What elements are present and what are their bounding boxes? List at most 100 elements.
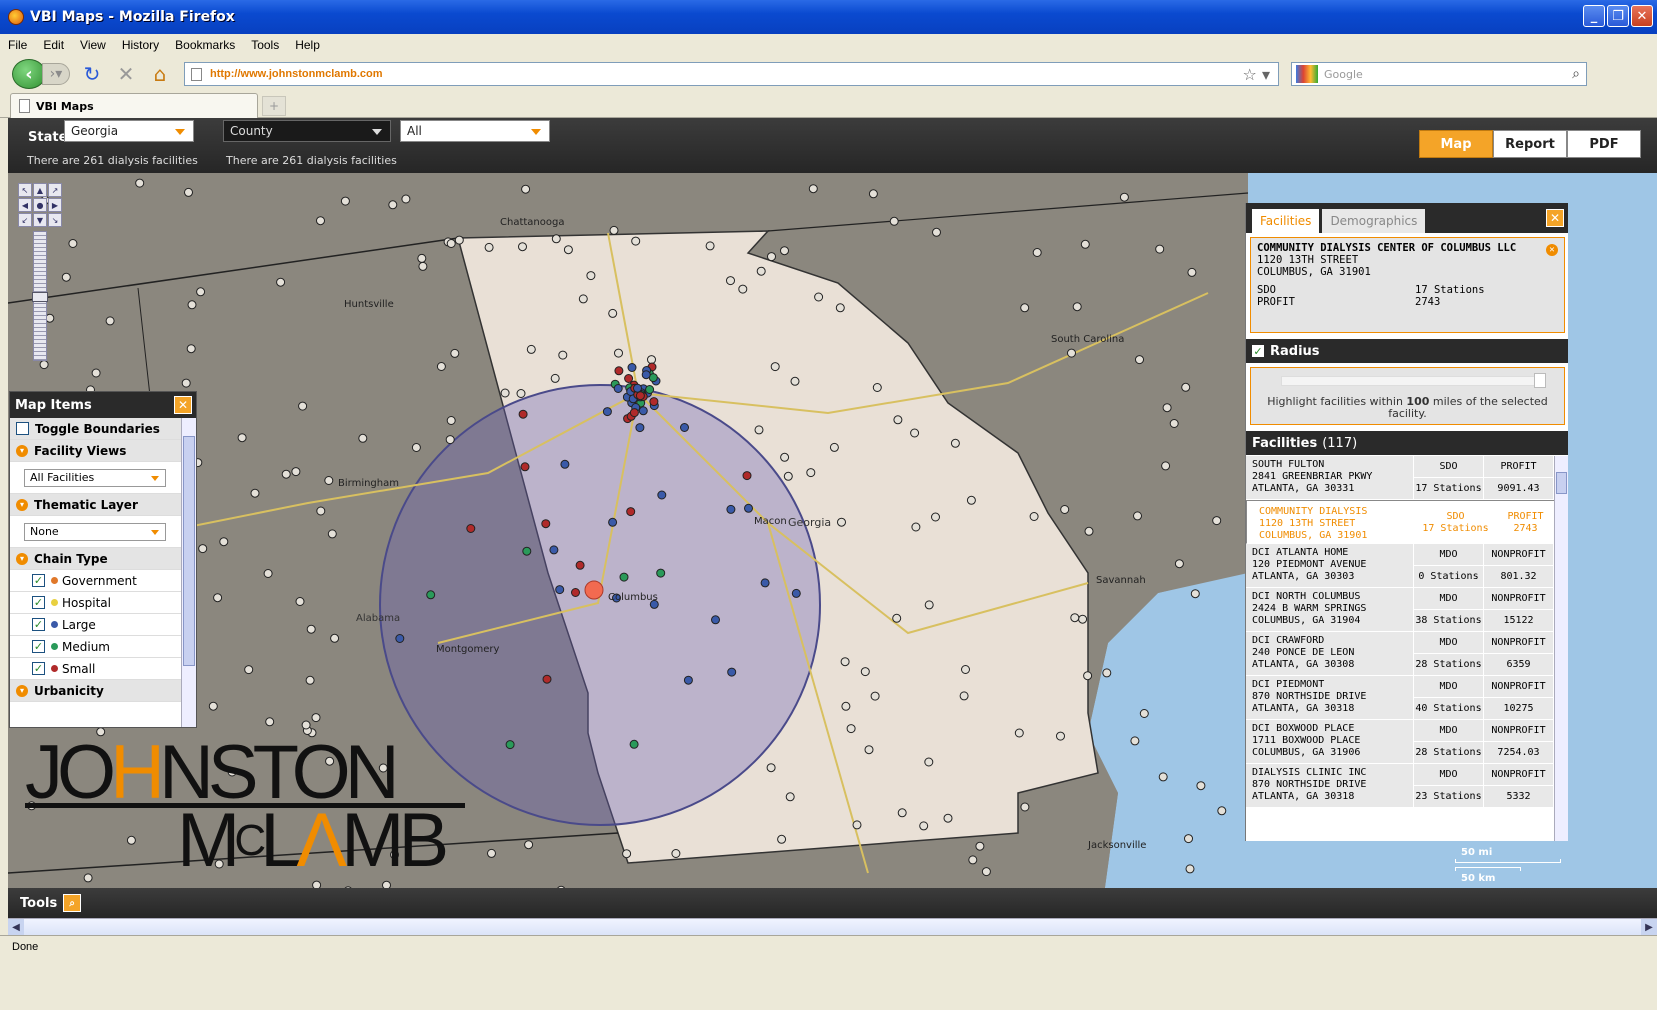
facility-marker[interactable]	[829, 442, 839, 452]
facility-marker[interactable]	[505, 740, 515, 750]
facility-marker[interactable]	[624, 374, 634, 383]
facility-marker[interactable]	[518, 242, 527, 252]
facility-marker[interactable]	[551, 234, 561, 244]
facility-marker[interactable]	[608, 517, 618, 527]
url-bar[interactable]: http://www.johnstonmclamb.com ☆ ▾	[184, 62, 1279, 86]
facility-marker[interactable]	[968, 855, 978, 865]
facility-marker[interactable]	[1014, 728, 1024, 738]
facility-marker[interactable]	[563, 245, 573, 255]
facility-marker[interactable]	[324, 476, 334, 485]
facility-marker[interactable]	[1020, 802, 1030, 812]
facility-marker[interactable]	[487, 848, 496, 858]
facility-marker[interactable]	[726, 276, 735, 286]
facility-marker[interactable]	[808, 184, 818, 194]
chain-hospital-checkbox[interactable]: ✓	[32, 596, 45, 609]
facility-marker[interactable]	[919, 821, 929, 831]
pan-se-button[interactable]: ↘	[48, 213, 62, 227]
facility-marker[interactable]	[966, 495, 976, 505]
facility-marker[interactable]	[726, 504, 736, 514]
facility-marker[interactable]	[327, 529, 337, 539]
facility-marker[interactable]	[1135, 355, 1144, 365]
facility-marker[interactable]	[541, 519, 551, 529]
facilities-list-scrollbar[interactable]	[1554, 456, 1568, 841]
google-icon[interactable]	[1296, 65, 1318, 83]
state-select[interactable]: Georgia	[64, 120, 194, 142]
zoom-slider-knob[interactable]	[32, 292, 48, 302]
facility-marker[interactable]	[330, 633, 340, 643]
menu-view[interactable]: View	[80, 38, 106, 52]
facility-marker[interactable]	[306, 624, 316, 634]
facility-marker[interactable]	[417, 253, 427, 263]
facility-marker[interactable]	[1133, 511, 1142, 521]
facility-marker[interactable]	[1080, 239, 1090, 249]
tab-demographics[interactable]: Demographics	[1322, 209, 1426, 233]
facility-marker[interactable]	[1072, 302, 1082, 312]
chain-small-checkbox[interactable]: ✓	[32, 662, 45, 675]
facility-row[interactable]: DIALYSIS CLINIC INC 870 NORTHSIDE DRIVE AT…	[1246, 764, 1554, 808]
close-window-button[interactable]: ✕	[1631, 5, 1653, 27]
facility-marker[interactable]	[766, 763, 776, 773]
bookmark-star-icon[interactable]: ☆ ▾	[1243, 65, 1270, 84]
restore-button[interactable]: ❐	[1607, 5, 1629, 27]
pan-center-button[interactable]: ●	[33, 198, 47, 212]
facility-marker[interactable]	[250, 488, 260, 498]
facility-marker[interactable]	[265, 717, 275, 727]
facility-row[interactable]: SOUTH FULTON 2841 GREENBRIAR PKWY ATLANTA,…	[1246, 456, 1554, 500]
facility-marker[interactable]	[1185, 864, 1195, 874]
facility-marker[interactable]	[305, 675, 315, 685]
facility-marker[interactable]	[68, 239, 78, 248]
facility-marker[interactable]	[924, 600, 934, 610]
facility-marker[interactable]	[401, 194, 411, 204]
facility-marker[interactable]	[301, 720, 311, 730]
facility-marker[interactable]	[840, 657, 850, 667]
menu-history[interactable]: History	[122, 38, 159, 52]
facility-marker[interactable]	[1070, 613, 1080, 623]
facility-marker[interactable]	[237, 433, 247, 443]
facility-marker[interactable]	[418, 261, 428, 271]
facility-marker[interactable]	[711, 615, 720, 625]
facility-marker[interactable]	[777, 834, 787, 844]
facility-marker[interactable]	[521, 184, 531, 194]
chain-government-checkbox[interactable]: ✓	[32, 574, 45, 587]
facility-marker[interactable]	[1029, 512, 1039, 521]
zoom-slider[interactable]	[32, 231, 48, 361]
facility-marker[interactable]	[542, 674, 552, 684]
facility-row[interactable]: DCI ATLANTA HOME 120 PIEDMONT AVENUE ATLAN…	[1246, 544, 1554, 588]
facility-marker[interactable]	[198, 544, 208, 554]
pan-right-button[interactable]: ▶	[48, 198, 62, 212]
facility-marker[interactable]	[1181, 382, 1191, 392]
thematic-layer-section[interactable]: ▾ Thematic Layer	[10, 494, 182, 516]
facility-marker[interactable]	[1056, 731, 1065, 741]
facility-marker[interactable]	[450, 348, 460, 358]
facility-marker[interactable]	[627, 363, 637, 372]
facility-marker[interactable]	[635, 423, 645, 433]
chain-large-row[interactable]: ✓ Large	[10, 614, 182, 636]
pan-ne-button[interactable]: ↗	[48, 183, 62, 197]
facility-marker[interactable]	[518, 409, 528, 419]
stop-icon[interactable]: ✕	[114, 62, 138, 86]
facility-marker[interactable]	[931, 512, 940, 522]
facility-marker[interactable]	[791, 588, 801, 598]
facility-marker[interactable]	[932, 227, 941, 237]
facility-marker[interactable]	[1212, 516, 1222, 526]
facility-marker[interactable]	[671, 849, 681, 858]
facility-marker[interactable]	[897, 808, 907, 818]
facility-marker[interactable]	[526, 344, 536, 354]
toggle-boundaries-row[interactable]: Toggle Boundaries	[10, 418, 182, 440]
facility-row[interactable]: DCI BOXWOOD PLACE 1711 BOXWOOD PLACE COLUM…	[1246, 720, 1554, 764]
facility-marker[interactable]	[756, 266, 766, 276]
facility-marker[interactable]	[446, 416, 456, 425]
facility-marker[interactable]	[91, 368, 101, 378]
close-panel-button[interactable]: ✕	[1546, 209, 1564, 227]
facility-marker[interactable]	[860, 667, 870, 677]
facility-marker[interactable]	[683, 675, 693, 685]
facility-marker[interactable]	[263, 569, 273, 578]
facility-marker[interactable]	[649, 397, 659, 407]
facility-marker[interactable]	[1174, 559, 1184, 569]
facility-marker[interactable]	[426, 590, 436, 600]
facility-marker[interactable]	[645, 385, 655, 394]
facility-marker[interactable]	[586, 271, 596, 281]
facility-marker[interactable]	[785, 792, 795, 802]
facility-marker[interactable]	[1184, 834, 1193, 844]
facility-marker[interactable]	[575, 560, 585, 570]
